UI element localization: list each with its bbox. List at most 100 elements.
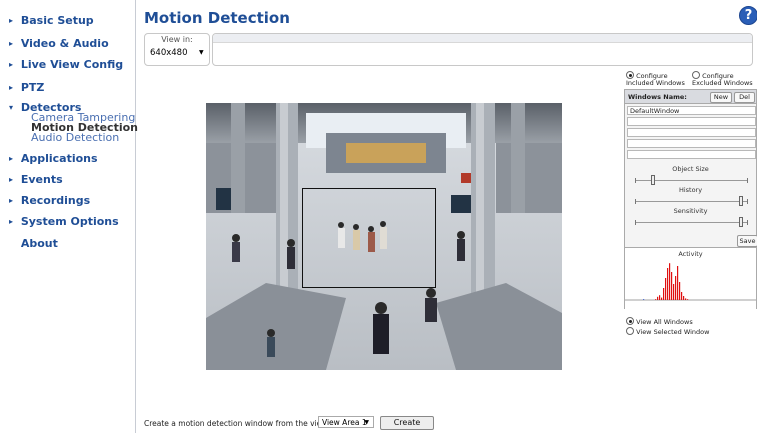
motion-window[interactable] xyxy=(302,188,436,288)
slider-tick xyxy=(635,199,636,204)
activity-bar xyxy=(659,295,661,300)
chevron-down-icon[interactable]: ▼ xyxy=(199,49,204,56)
activity-bar xyxy=(667,268,669,300)
nav-events[interactable]: ▸ Events xyxy=(9,173,63,186)
help-icon[interactable]: ? xyxy=(739,6,757,25)
sensitivity-label: Sensitivity xyxy=(673,207,708,215)
view-area-bar xyxy=(212,33,753,66)
radio-button[interactable] xyxy=(626,71,634,79)
activity-bar xyxy=(669,263,671,300)
history-thumb[interactable] xyxy=(739,196,743,206)
chevron-right-icon: ▸ xyxy=(9,175,14,184)
slider-tick xyxy=(747,178,748,183)
activity-bar xyxy=(665,278,667,300)
activity-bar xyxy=(671,272,673,300)
slider-tick xyxy=(747,199,748,204)
windows-panel: Windows Name: New Del DefaultWindow Obje… xyxy=(624,89,757,309)
chevron-right-icon: ▸ xyxy=(9,217,14,226)
chevron-right-icon: ▸ xyxy=(9,39,14,48)
nav-recordings[interactable]: ▸ Recordings xyxy=(9,194,90,207)
save-button[interactable]: Save xyxy=(737,235,757,247)
view-selected-window-option[interactable]: View Selected Window xyxy=(626,327,709,336)
object-size-thumb[interactable] xyxy=(651,175,655,185)
chevron-right-icon: ▸ xyxy=(9,16,14,25)
window-list-item[interactable]: DefaultWindow xyxy=(627,106,756,115)
chevron-right-icon: ▸ xyxy=(9,196,14,205)
configure-included-option[interactable]: Configure Included Windows xyxy=(626,71,692,87)
view-selected-window-label: View Selected Window xyxy=(636,328,710,336)
radio-button[interactable] xyxy=(692,71,700,79)
window-list-item[interactable] xyxy=(627,150,756,159)
resolution-select[interactable]: 640x480 xyxy=(150,48,187,58)
activity-graph: Activity xyxy=(625,247,756,309)
activity-bar xyxy=(687,299,689,300)
view-all-windows-option[interactable]: View All Windows xyxy=(626,317,693,326)
nav-ptz[interactable]: ▸ PTZ xyxy=(9,81,44,94)
activity-bar xyxy=(657,296,659,300)
nav-label: Applications xyxy=(20,152,98,165)
window-list-item[interactable] xyxy=(627,128,756,137)
radio-button[interactable] xyxy=(626,317,634,325)
activity-bar xyxy=(673,284,675,300)
nav-applications[interactable]: ▸ Applications xyxy=(9,152,98,165)
activity-chart xyxy=(625,263,756,301)
delete-window-button[interactable]: Del xyxy=(734,92,755,103)
nav-system-options[interactable]: ▸ System Options xyxy=(9,215,119,228)
nav-label: System Options xyxy=(20,215,119,228)
window-list-item[interactable] xyxy=(627,139,756,148)
chevron-down-icon: ▾ xyxy=(9,103,14,112)
windows-name-label: Windows Name: xyxy=(628,93,687,101)
sensitivity-slider[interactable] xyxy=(635,217,748,227)
nav-label: Events xyxy=(20,173,63,186)
nav-live-view-config[interactable]: ▸ Live View Config xyxy=(9,58,123,71)
activity-bar xyxy=(675,276,677,300)
object-size-label: Object Size xyxy=(672,165,709,173)
view-in-group: View in: 640x480 ▼ xyxy=(144,33,210,66)
nav-basic-setup[interactable]: ▸ Basic Setup xyxy=(9,14,94,27)
configure-excluded-label: Configure Excluded Windows xyxy=(692,72,753,87)
chevron-right-icon: ▸ xyxy=(9,60,14,69)
windows-header: Windows Name: New Del xyxy=(625,90,756,104)
activity-bar xyxy=(681,292,683,300)
activity-bar xyxy=(643,299,645,300)
nav-label: Basic Setup xyxy=(20,14,94,27)
nav-video-audio[interactable]: ▸ Video & Audio xyxy=(9,37,109,50)
sensitivity-thumb[interactable] xyxy=(739,217,743,227)
subnav-audio-detection[interactable]: Audio Detection xyxy=(31,132,119,143)
activity-bar xyxy=(661,297,663,300)
nav-label: Video & Audio xyxy=(20,37,109,50)
nav-label: About xyxy=(20,237,58,250)
slider-tick xyxy=(635,178,636,183)
create-window-label: Create a motion detection window from th… xyxy=(144,419,347,428)
chevron-down-icon: ▼ xyxy=(364,419,369,426)
view-all-windows-label: View All Windows xyxy=(636,318,693,326)
view-area-bar-header xyxy=(213,34,752,43)
window-list-item[interactable] xyxy=(627,117,756,126)
activity-bar xyxy=(683,296,685,300)
new-window-button[interactable]: New xyxy=(710,92,732,103)
activity-bar xyxy=(677,266,679,300)
activity-bar xyxy=(663,288,665,300)
activity-bar xyxy=(685,298,687,300)
sidebar: ▸ Basic Setup ▸ Video & Audio ▸ Live Vie… xyxy=(0,0,138,433)
nav-label: Live View Config xyxy=(20,58,124,71)
radio-button[interactable] xyxy=(626,327,634,335)
create-button[interactable]: Create xyxy=(380,416,434,430)
slider-tick xyxy=(635,220,636,225)
slider-tick xyxy=(747,220,748,225)
history-label: History xyxy=(678,186,703,194)
configure-excluded-option[interactable]: Configure Excluded Windows xyxy=(692,71,757,87)
chevron-right-icon: ▸ xyxy=(9,154,14,163)
activity-bar xyxy=(679,282,681,300)
chevron-right-icon: ▸ xyxy=(9,83,14,92)
view-area-select[interactable]: View Area 1 ▼ xyxy=(318,416,374,428)
configure-included-label: Configure Included Windows xyxy=(626,72,685,87)
nav-about[interactable]: About xyxy=(9,237,58,250)
activity-bar xyxy=(655,299,657,300)
page-title: Motion Detection xyxy=(144,9,290,27)
view-area-value: View Area 1 xyxy=(322,418,367,427)
history-slider[interactable] xyxy=(635,196,748,206)
view-in-label: View in: xyxy=(161,35,193,44)
object-size-slider[interactable] xyxy=(635,175,748,185)
nav-label: Recordings xyxy=(20,194,91,207)
